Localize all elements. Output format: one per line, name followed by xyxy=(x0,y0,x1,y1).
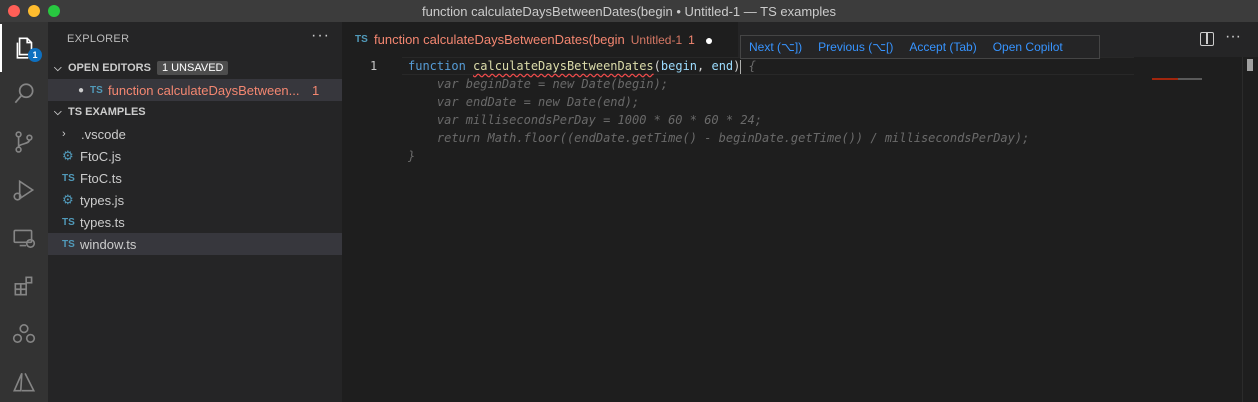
activity-remote-explorer[interactable] xyxy=(0,214,48,262)
maximize-window-button[interactable] xyxy=(48,5,60,17)
scrollbar-thumb[interactable] xyxy=(1247,59,1253,71)
copilot-next-button[interactable]: Next (⌥]) xyxy=(749,40,802,54)
copilot-accept-button[interactable]: Accept (Tab) xyxy=(909,40,976,54)
tree-item-label: window.ts xyxy=(80,236,137,252)
ghost-brace: { xyxy=(741,59,756,73)
param-end: end xyxy=(711,59,734,73)
unsaved-badge: 1 UNSAVED xyxy=(156,61,229,75)
minimap-error-mark xyxy=(1152,78,1178,80)
js-config-icon: ⚙ xyxy=(62,192,74,207)
code-line-1: function calculateDaysBetweenDates(begin… xyxy=(408,59,756,74)
param-begin: begin xyxy=(660,59,698,73)
ghost-line: var millisecondsPerDay = 1000 * 60 * 60 … xyxy=(408,113,763,127)
open-copilot-button[interactable]: Open Copilot xyxy=(993,40,1063,54)
tree-item-label: FtoC.ts xyxy=(80,170,122,186)
more-actions-icon[interactable]: ··· xyxy=(1225,28,1241,46)
open-paren: ( xyxy=(653,59,661,73)
tab-label: function calculateDaysBetweenDates(begin xyxy=(374,32,625,47)
typescript-file-icon: TS xyxy=(355,34,368,45)
tab-description: Untitled-1 xyxy=(630,32,683,47)
vertical-scrollbar[interactable] xyxy=(1242,57,1256,402)
remote-explorer-icon xyxy=(13,229,36,249)
sidebar-title: EXPLORER xyxy=(67,33,130,45)
activity-source-control[interactable] xyxy=(0,118,48,166)
typescript-file-icon: TS xyxy=(62,172,75,184)
explorer-badge: 1 xyxy=(28,48,42,62)
copilot-previous-button[interactable]: Previous (⌥[) xyxy=(818,40,893,54)
minimap-code-mark xyxy=(1178,78,1202,80)
activity-bar: 1 xyxy=(0,22,48,402)
tab-untitled-1[interactable]: TS function calculateDaysBetweenDates(be… xyxy=(342,22,738,57)
workspace-label: TS EXAMPLES xyxy=(68,106,146,118)
source-control-icon xyxy=(15,131,33,153)
code-editor[interactable]: 1 function calculateDaysBetweenDates(beg… xyxy=(342,57,1134,402)
search-icon xyxy=(14,83,34,104)
tree-item-window-ts[interactable]: TS window.ts xyxy=(48,233,342,255)
minimize-window-button[interactable] xyxy=(28,5,40,17)
tree-item-label: types.ts xyxy=(80,214,125,230)
tree-item-ftoc-js[interactable]: ⚙ FtoC.js xyxy=(48,145,342,167)
ghost-line: } xyxy=(408,149,416,163)
ghost-line: return Math.floor((endDate.getTime() - b… xyxy=(408,131,1030,145)
minimap[interactable] xyxy=(1134,57,1242,402)
activity-run-debug[interactable] xyxy=(0,166,48,214)
chevron-down-icon: ⌵ xyxy=(54,62,62,74)
tab-problems-count: 1 xyxy=(688,32,695,47)
explorer-sidebar: EXPLORER ··· ⌵ OPEN EDITORS 1 UNSAVED ● … xyxy=(48,22,342,402)
window-title: function calculateDaysBetweenDates(begin… xyxy=(421,3,837,19)
chevron-down-icon: ⌵ xyxy=(54,106,62,118)
comma: , xyxy=(697,59,712,73)
close-window-button[interactable] xyxy=(8,5,20,17)
title-bar: function calculateDaysBetweenDates(begin… xyxy=(0,0,1258,22)
copilot-suggestion-bar: Next (⌥]) Previous (⌥[) Accept (Tab) Ope… xyxy=(740,35,1100,59)
tree-item-types-js[interactable]: ⚙ types.js xyxy=(48,189,342,211)
typescript-file-icon: TS xyxy=(62,238,75,250)
editor-area: TS function calculateDaysBetweenDates(be… xyxy=(342,22,1258,402)
split-editor-icon[interactable] xyxy=(1200,32,1214,46)
close-paren: ) xyxy=(733,59,741,73)
js-config-icon: ⚙ xyxy=(62,148,74,163)
open-editors-header[interactable]: ⌵ OPEN EDITORS 1 UNSAVED xyxy=(48,57,342,79)
typescript-file-icon: TS xyxy=(62,216,75,228)
extensions-icon xyxy=(14,276,33,296)
accounts-group-icon xyxy=(12,323,36,343)
tree-item-label: FtoC.js xyxy=(80,148,122,164)
activity-explorer[interactable]: 1 xyxy=(0,24,48,72)
open-editor-problems: 1 xyxy=(312,82,320,98)
open-editor-item[interactable]: ● TS function calculateDaysBetween... 1 xyxy=(48,79,342,101)
tree-item-types-ts[interactable]: TS types.ts xyxy=(48,211,342,233)
typescript-file-icon: TS xyxy=(90,84,103,96)
unsaved-dot-icon[interactable]: ● xyxy=(705,32,713,48)
run-debug-icon xyxy=(13,179,35,201)
activity-accounts-group[interactable] xyxy=(0,310,48,358)
tree-item-vscode[interactable]: › .vscode xyxy=(48,123,342,145)
tree-item-ftoc-ts[interactable]: TS FtoC.ts xyxy=(48,167,342,189)
open-editor-name: function calculateDaysBetween... xyxy=(108,82,300,98)
open-editors-label: OPEN EDITORS xyxy=(68,62,151,74)
activity-extensions[interactable] xyxy=(0,262,48,310)
azure-icon xyxy=(13,372,36,392)
ghost-line: var beginDate = new Date(begin); xyxy=(408,77,669,91)
tree-item-label: .vscode xyxy=(81,126,126,142)
activity-azure[interactable] xyxy=(0,358,48,402)
keyword-function: function xyxy=(408,59,466,73)
more-actions-icon[interactable]: ··· xyxy=(311,27,330,45)
function-name: calculateDaysBetweenDates xyxy=(473,59,654,73)
chevron-right-icon: › xyxy=(62,128,66,140)
line-number: 1 xyxy=(370,59,378,73)
activity-search[interactable] xyxy=(0,70,48,118)
unsaved-dot-icon: ● xyxy=(77,84,85,96)
window-controls xyxy=(8,5,60,17)
ghost-line: var endDate = new Date(end); xyxy=(408,95,640,109)
tree-item-label: types.js xyxy=(80,192,125,208)
workspace-header[interactable]: ⌵ TS EXAMPLES xyxy=(48,101,342,123)
